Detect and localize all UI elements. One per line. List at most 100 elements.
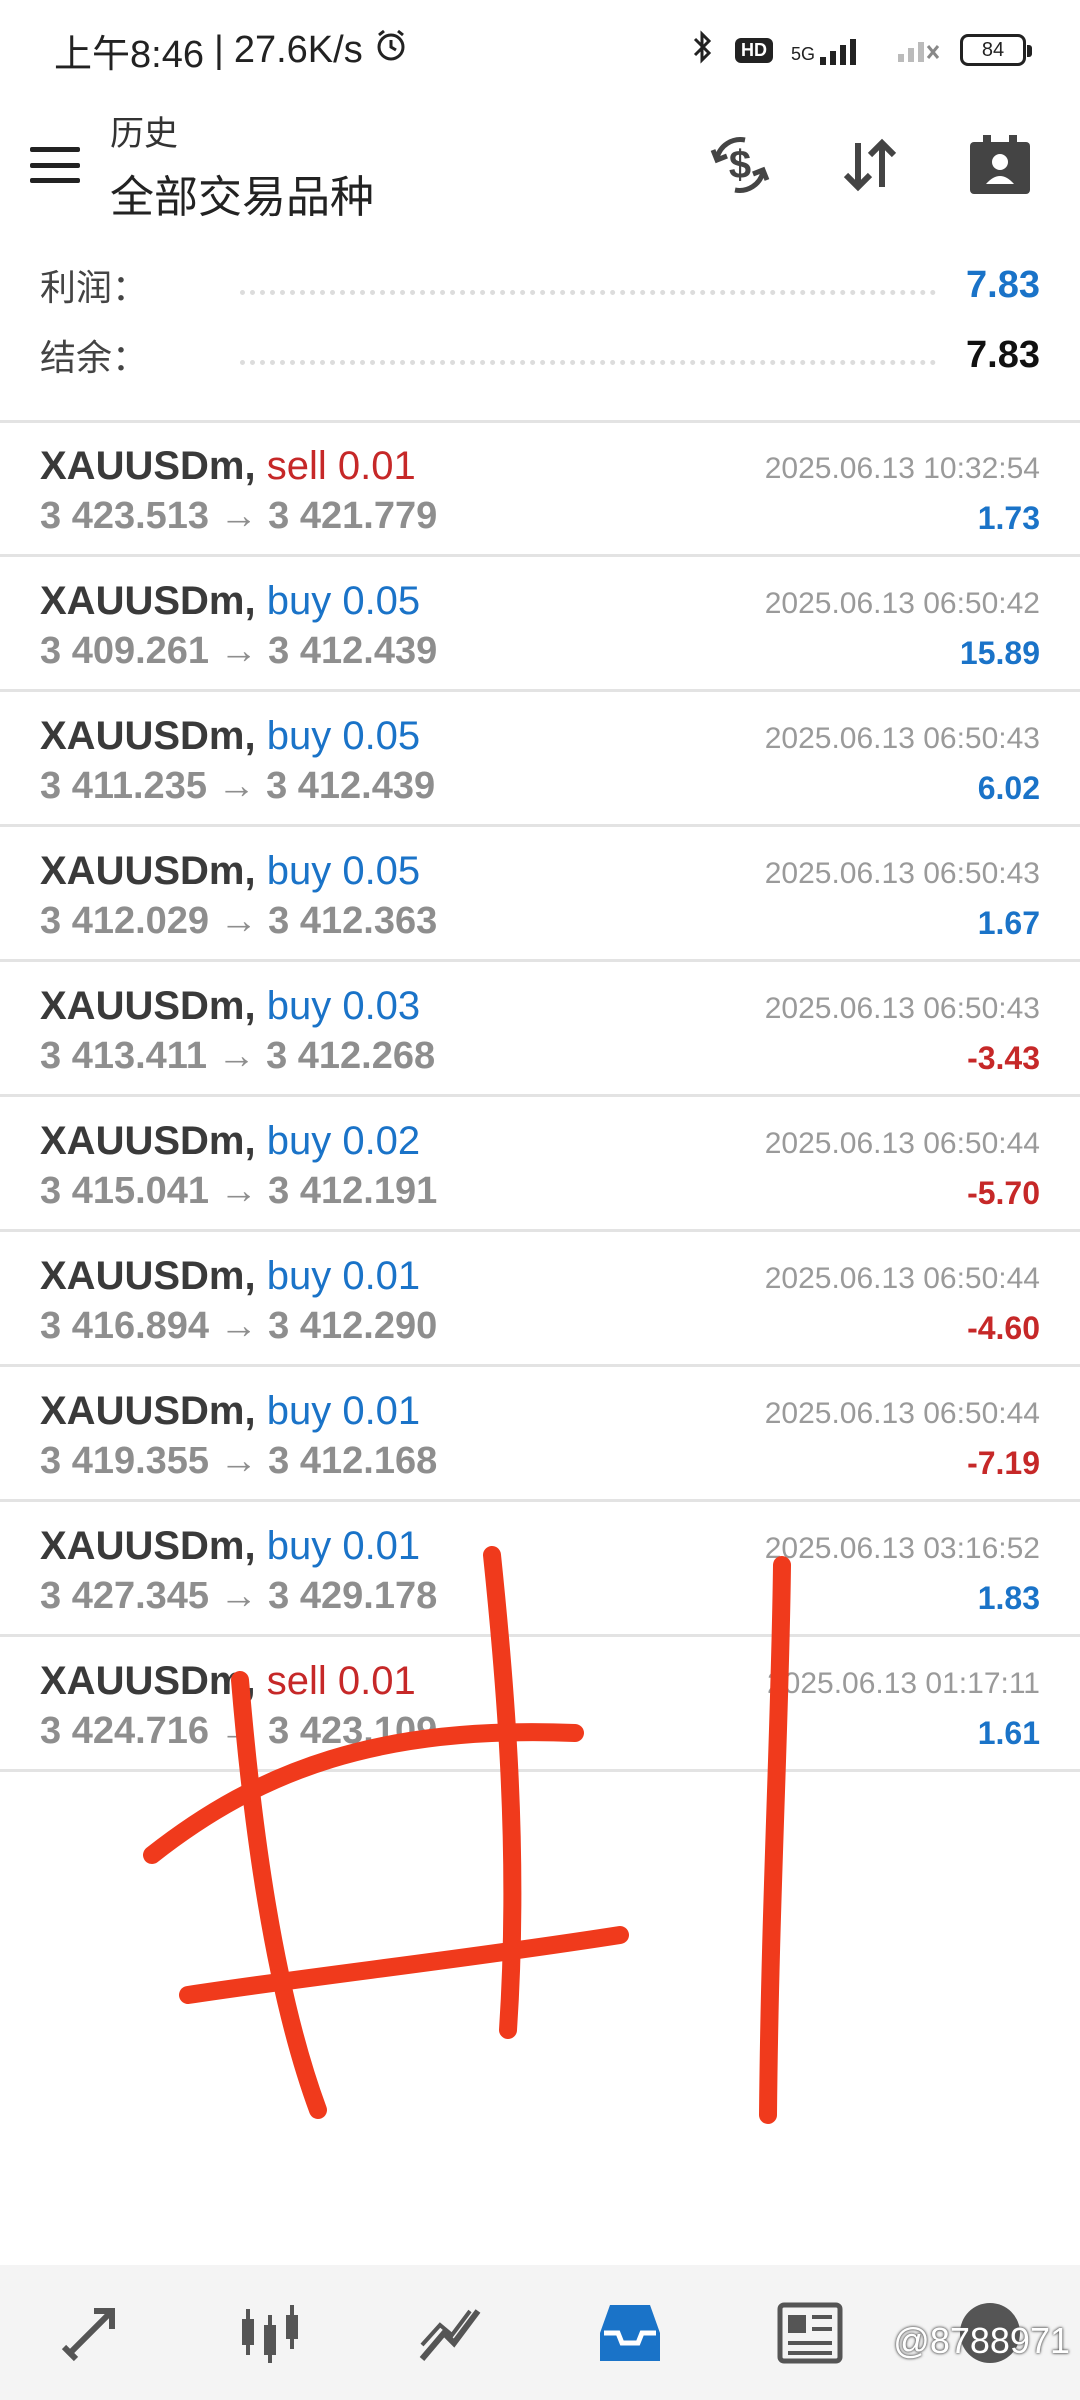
- trade-time: 2025.06.13 06:50:44: [764, 1397, 1040, 1430]
- calendar-user-icon: [970, 135, 1030, 194]
- title-block: 历史 全部交易品种: [110, 106, 374, 225]
- candlestick-icon: [242, 2304, 298, 2363]
- sort-button[interactable]: [830, 125, 910, 205]
- trade-time: 2025.06.13 06:50:44: [764, 1262, 1040, 1295]
- trade-symbol: XAUUSDm,: [40, 579, 256, 623]
- trade-symbol: XAUUSDm,: [40, 1389, 256, 1433]
- trade-prices: 3 423.513 → 3 421.779: [40, 495, 438, 537]
- dotted-leader: [240, 345, 937, 365]
- trade-profit: 1.67: [977, 905, 1040, 941]
- trade-header: XAUUSDm, buy 0.01: [40, 1389, 765, 1434]
- nav-news[interactable]: [750, 2273, 870, 2393]
- trade-result: 2025.06.13 06:50:44 -5.70: [765, 1119, 1040, 1229]
- trade-row[interactable]: XAUUSDm, sell 0.01 3 424.716 → 3 423.109 2…: [0, 1637, 1080, 1772]
- trade-prices: 3 411.235 → 3 412.439: [40, 765, 436, 807]
- trade-header: XAUUSDm, buy 0.05: [40, 579, 765, 624]
- trade-side: sell 0.01: [266, 444, 416, 488]
- trade-time: 2025.06.13 06:50:43: [764, 722, 1040, 755]
- trade-info: XAUUSDm, sell 0.01 3 424.716 → 3 423.109: [40, 1659, 767, 1769]
- trade-info: XAUUSDm, buy 0.03 3 413.411 → 3 412.268: [40, 984, 765, 1094]
- trade-side: buy 0.05: [266, 714, 421, 758]
- status-right: HD 5G 84: [689, 29, 1032, 72]
- trade-profit: 15.89: [959, 635, 1040, 671]
- trade-row[interactable]: XAUUSDm, buy 0.03 3 413.411 → 3 412.268 20…: [0, 962, 1080, 1097]
- trade-row[interactable]: XAUUSDm, sell 0.01 3 423.513 → 3 421.779 2…: [0, 422, 1080, 557]
- inbox-icon: [600, 2304, 660, 2361]
- balance-row: 结余： 7.83: [0, 320, 1080, 390]
- trade-prices: 3 416.894 → 3 412.290: [40, 1305, 438, 1347]
- trade-time: 2025.06.13 06:50:43: [764, 992, 1040, 1025]
- nav-trade[interactable]: [30, 2273, 150, 2393]
- trade-row[interactable]: XAUUSDm, buy 0.01 3 416.894 → 3 412.290 20…: [0, 1232, 1080, 1367]
- trade-result: 2025.06.13 06:50:43 1.67: [765, 849, 1040, 959]
- trade-profit: -7.19: [967, 1445, 1040, 1481]
- trade-symbol: XAUUSDm,: [40, 444, 256, 488]
- trade-side: sell 0.01: [266, 1659, 416, 1703]
- trade-profit: 6.02: [977, 770, 1040, 806]
- trade-side: buy 0.01: [266, 1254, 421, 1298]
- status-bar: 上午8:46 | 27.6K/s HD 5G 84: [0, 0, 1080, 100]
- trade-row[interactable]: XAUUSDm, buy 0.05 3 409.261 → 3 412.439 20…: [0, 557, 1080, 692]
- trade-side: buy 0.05: [266, 579, 421, 623]
- trade-header: XAUUSDm, buy 0.01: [40, 1254, 765, 1299]
- trade-row[interactable]: XAUUSDm, buy 0.02 3 415.041 → 3 412.191 20…: [0, 1097, 1080, 1232]
- trade-prices: 3 409.261 → 3 412.439: [40, 630, 438, 672]
- status-left: 上午8:46 | 27.6K/s: [54, 23, 409, 78]
- trade-result: 2025.06.13 10:32:54 1.73: [765, 444, 1040, 554]
- trade-prices: 3 413.411 → 3 412.268: [40, 1035, 436, 1077]
- status-separator: |: [213, 28, 224, 71]
- trade-header: XAUUSDm, buy 0.05: [40, 849, 765, 894]
- profit-row: 利润： 7.83: [0, 250, 1080, 320]
- sort-icon: [843, 138, 897, 192]
- trade-symbol: XAUUSDm,: [40, 1659, 256, 1703]
- trade-info: XAUUSDm, buy 0.05 3 409.261 → 3 412.439: [40, 579, 765, 689]
- currency-exchange-icon: $: [710, 137, 770, 193]
- trade-profit: 1.73: [977, 500, 1040, 536]
- trade-symbol: XAUUSDm,: [40, 849, 256, 893]
- trade-side: buy 0.01: [266, 1524, 421, 1568]
- trade-profit: 1.61: [977, 1715, 1040, 1751]
- page-subtitle: 历史: [110, 114, 178, 153]
- trade-header: XAUUSDm, sell 0.01: [40, 444, 765, 489]
- nav-quotes[interactable]: [210, 2273, 330, 2393]
- trade-result: 2025.06.13 06:50:43 -3.43: [765, 984, 1040, 1094]
- news-icon: [777, 2302, 843, 2363]
- trade-header: XAUUSDm, buy 0.02: [40, 1119, 765, 1164]
- nav-chart[interactable]: [390, 2273, 510, 2393]
- trade-prices: 3 419.355 → 3 412.168: [40, 1440, 438, 1482]
- nav-history[interactable]: [570, 2273, 690, 2393]
- trade-info: XAUUSDm, buy 0.01 3 419.355 → 3 412.168: [40, 1389, 765, 1499]
- trade-time: 2025.06.13 01:17:11: [766, 1667, 1040, 1700]
- signal-icon: 5G: [791, 35, 878, 65]
- menu-button[interactable]: [0, 100, 110, 230]
- trade-history-list: XAUUSDm, sell 0.01 3 423.513 → 3 421.779 2…: [0, 422, 1080, 1772]
- deposit-withdraw-button[interactable]: $: [700, 125, 780, 205]
- bluetooth-icon: [689, 29, 717, 72]
- trade-prices: 3 412.029 → 3 412.363: [40, 900, 438, 942]
- trade-time: 2025.06.13 06:50:44: [764, 1127, 1040, 1160]
- trade-row[interactable]: XAUUSDm, buy 0.05 3 412.029 → 3 412.363 20…: [0, 827, 1080, 962]
- trade-profit: -4.60: [967, 1310, 1040, 1346]
- trade-row[interactable]: XAUUSDm, buy 0.05 3 411.235 → 3 412.439 20…: [0, 692, 1080, 827]
- profit-value: 7.83: [966, 263, 1040, 306]
- trade-info: XAUUSDm, buy 0.01 3 427.345 → 3 429.178: [40, 1524, 765, 1634]
- trade-info: XAUUSDm, sell 0.01 3 423.513 → 3 421.779: [40, 444, 765, 554]
- trade-prices: 3 415.041 → 3 412.191: [40, 1170, 438, 1212]
- trade-row[interactable]: XAUUSDm, buy 0.01 3 427.345 → 3 429.178 20…: [0, 1502, 1080, 1637]
- signal-2-icon: [896, 32, 942, 69]
- trade-result: 2025.06.13 03:16:52 1.83: [765, 1524, 1040, 1634]
- period-button[interactable]: [960, 125, 1040, 205]
- trade-symbol: XAUUSDm,: [40, 984, 256, 1028]
- trade-result: 2025.06.13 06:50:43 6.02: [765, 714, 1040, 824]
- page-title[interactable]: 全部交易品种: [110, 161, 374, 225]
- trade-row[interactable]: XAUUSDm, buy 0.01 3 419.355 → 3 412.168 20…: [0, 1367, 1080, 1502]
- trade-icon: [61, 2307, 115, 2361]
- hamburger-icon: [30, 147, 80, 183]
- app-header: 历史 全部交易品种 $: [0, 100, 1080, 230]
- trade-header: XAUUSDm, sell 0.01: [40, 1659, 767, 1704]
- trade-result: 2025.06.13 06:50:44 -7.19: [765, 1389, 1040, 1499]
- balance-label: 结余：: [40, 337, 149, 378]
- trade-time: 2025.06.13 06:50:42: [764, 587, 1040, 620]
- header-actions: $: [700, 125, 1080, 205]
- trade-header: XAUUSDm, buy 0.05: [40, 714, 765, 759]
